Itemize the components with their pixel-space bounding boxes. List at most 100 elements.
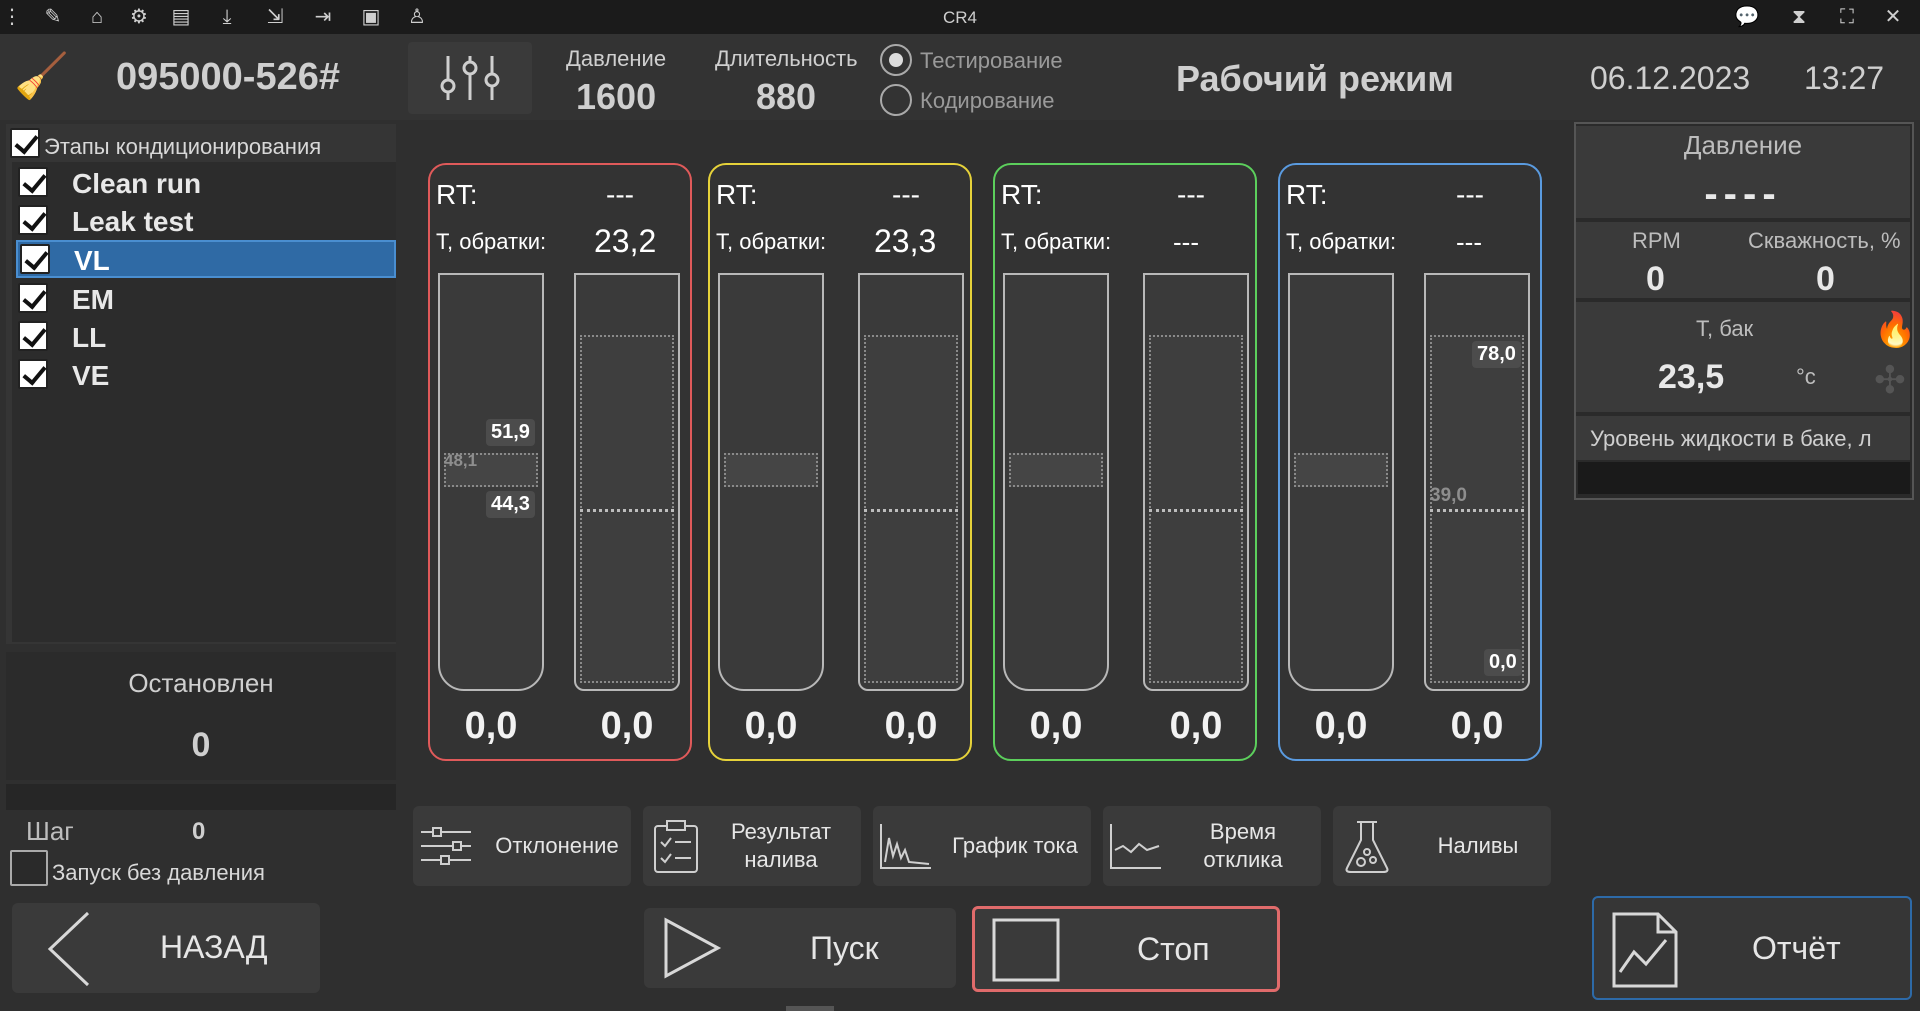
response-time-icon <box>1110 824 1161 869</box>
tube-left-value: 0,0 <box>464 705 518 747</box>
tolerance-band <box>724 453 818 487</box>
rt-label: RT: <box>1001 179 1043 210</box>
pressure-section: Давление ---- <box>1576 126 1910 218</box>
tube-right-value: 0,0 <box>600 705 654 747</box>
hourglass-icon[interactable]: ⧗ <box>1786 4 1812 30</box>
settings-button[interactable] <box>408 42 532 114</box>
level-label: Уровень жидкости в баке, л <box>1590 426 1872 451</box>
status-bar <box>6 784 396 810</box>
stage-item-vl[interactable]: VL <box>16 240 396 278</box>
stage-item-clean-run[interactable]: Clean run <box>12 164 396 200</box>
tank-value: 23,5 <box>1658 358 1725 396</box>
stage-item-ll[interactable]: LL <box>12 318 396 354</box>
report-chart-icon <box>1612 912 1678 988</box>
button-label: Время отклика <box>1203 819 1283 872</box>
broom-icon[interactable]: 🧹 <box>14 50 69 102</box>
stages-list: Clean run Leak test VL EM LL VE <box>12 162 396 642</box>
stage-checkbox[interactable] <box>18 167 48 197</box>
deviation-button[interactable]: Отклонение <box>413 806 631 886</box>
stage-label: VL <box>74 245 110 276</box>
report-button[interactable]: Отчёт <box>1592 896 1912 1000</box>
t-return-label: Т, обратки: <box>1286 229 1397 254</box>
button-label: Отчёт <box>1752 930 1841 966</box>
duty-label: Скважность, % <box>1748 228 1901 253</box>
button-label: Наливы <box>1437 833 1519 858</box>
stage-checkbox[interactable] <box>18 283 48 313</box>
radio-selected-icon <box>880 44 912 76</box>
checklist-icon <box>654 820 698 873</box>
start-button[interactable]: Пуск <box>644 908 956 988</box>
current-graph-icon <box>880 824 931 869</box>
stage-checkbox[interactable] <box>18 205 48 235</box>
channel-card-blue: RT: --- Т, обратки: --- 78,0 39,0 0,0 0,… <box>1278 163 1542 761</box>
stage-checkbox[interactable] <box>20 244 50 274</box>
close-icon[interactable]: ✕ <box>1880 4 1906 30</box>
stage-checkbox[interactable] <box>18 359 48 389</box>
stop-button[interactable]: Стоп <box>972 906 1280 992</box>
flame-icon: 🔥 <box>1874 311 1917 349</box>
stages-panel: Этапы кондиционирования Clean run Leak t… <box>6 124 396 644</box>
button-label: График тока <box>952 833 1078 858</box>
stage-item-leak-test[interactable]: Leak test <box>12 202 396 238</box>
channel-card-yellow: RT: --- Т, обратки: 23,3 0,0 0,0 <box>708 163 972 761</box>
tube-left-value: 0,0 <box>1029 705 1083 747</box>
rt-value: --- <box>1456 179 1484 210</box>
stages-all-checkbox[interactable] <box>10 128 40 158</box>
mode-radio-coding[interactable]: Кодирование <box>880 84 1080 116</box>
t-return-value: 23,3 <box>874 223 937 259</box>
tube-left: 51,9 48,1 44,3 <box>438 273 544 691</box>
chat-icon[interactable]: 💬 <box>1734 4 1760 30</box>
tube-right <box>858 273 964 691</box>
level-section: Уровень жидкости в баке, л <box>1576 416 1910 460</box>
button-label: Пуск <box>810 930 879 966</box>
title-bar: ⋮ ✎ ⌂ ⚙ ▤ ⤓ ⇲ ⇥ ▣ ♙ CR4 💬 ⧗ ⛶ ✕ <box>0 0 1920 34</box>
stage-label: Leak test <box>72 206 194 237</box>
stage-item-ve[interactable]: VE <box>12 356 396 392</box>
channel-card-green: RT: --- Т, обратки: --- 0,0 0,0 <box>993 163 1257 761</box>
stage-checkbox[interactable] <box>18 321 48 351</box>
response-time-button[interactable]: Время отклика <box>1103 806 1321 886</box>
tank-section: Т, бак 23,5 °c 🔥 ✣ <box>1576 302 1916 412</box>
fill-result-button[interactable]: Результат налива <box>643 806 861 886</box>
stage-item-em[interactable]: EM <box>12 280 396 316</box>
tube-label-mid: 39,0 <box>1430 485 1467 506</box>
fullscreen-icon[interactable]: ⛶ <box>1834 4 1860 30</box>
t-return-value: --- <box>1173 227 1199 257</box>
sliders-icon <box>421 827 471 865</box>
stage-label: VE <box>72 360 110 391</box>
bottom-handle[interactable] <box>786 1006 834 1011</box>
pressure-label: Давление <box>1683 130 1803 160</box>
tube-left <box>1288 273 1394 691</box>
tolerance-band <box>1294 453 1388 487</box>
level-bar <box>1578 462 1910 494</box>
tube-midline <box>1430 509 1524 512</box>
fills-button[interactable]: Наливы <box>1333 806 1551 886</box>
mode-label: Тестирование <box>920 48 1063 73</box>
t-return-label: Т, обратки: <box>436 229 547 254</box>
radio-empty-icon <box>880 84 912 116</box>
no-pressure-label: Запуск без давления <box>52 860 265 885</box>
rt-label: RT: <box>1286 179 1328 210</box>
tube-midline <box>580 509 674 512</box>
tube-label-lower: 44,3 <box>486 491 535 518</box>
rpm-label: RPM <box>1632 228 1681 253</box>
window-title: CR4 <box>942 8 977 27</box>
tube-left-value: 0,0 <box>1314 705 1368 747</box>
mode-label: Кодирование <box>920 88 1055 113</box>
pressure-value: 1600 <box>576 76 657 117</box>
tube-right: 78,0 39,0 0,0 <box>1424 273 1530 691</box>
mode-title: Рабочий режим <box>1176 58 1454 99</box>
stop-icon <box>992 918 1060 982</box>
current-graph-button[interactable]: График тока <box>873 806 1091 886</box>
tube-left <box>718 273 824 691</box>
tube-left-value: 0,0 <box>744 705 798 747</box>
no-pressure-checkbox[interactable] <box>10 850 48 886</box>
pressure-value: ---- <box>1704 172 1782 216</box>
play-icon <box>664 917 722 979</box>
rpm-section: RPM 0 Скважность, % 0 <box>1576 222 1910 298</box>
back-button[interactable]: НАЗАД <box>12 903 320 993</box>
status-panel: Остановлен 0 <box>6 652 396 780</box>
button-label: Отклонение <box>495 833 619 858</box>
rt-label: RT: <box>436 179 478 210</box>
mode-radio-testing[interactable]: Тестирование <box>880 44 1080 76</box>
